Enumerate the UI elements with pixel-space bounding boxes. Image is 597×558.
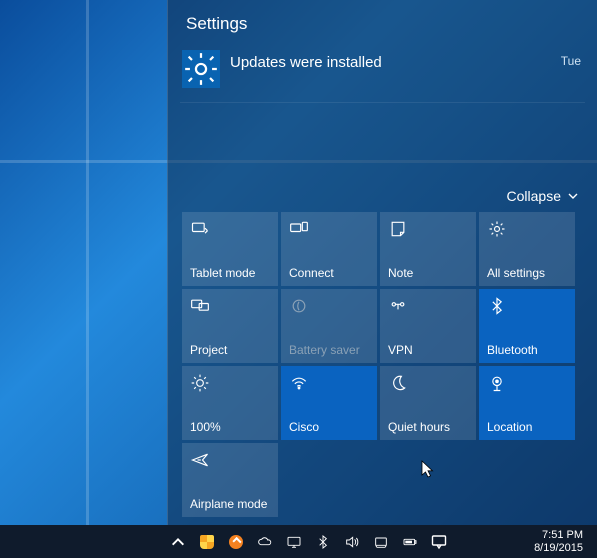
tile-label: Battery saver (289, 343, 369, 357)
clock-date: 8/19/2015 (534, 542, 583, 555)
tile-tablet-mode[interactable]: Tablet mode (182, 212, 278, 286)
tile-project[interactable]: Project (182, 289, 278, 363)
battery-icon[interactable] (402, 534, 418, 550)
gear-icon (487, 219, 507, 239)
taskbar: 7:51 PM 8/19/2015 (0, 525, 597, 558)
gear-icon (182, 50, 220, 88)
tile-vpn[interactable]: VPN (380, 289, 476, 363)
onedrive-icon[interactable] (257, 534, 273, 550)
update-arrow-icon[interactable] (228, 534, 244, 550)
tile-quiet-hours[interactable]: Quiet hours (380, 366, 476, 440)
tile-battery-saver[interactable]: Battery saver (281, 289, 377, 363)
tile-note[interactable]: Note (380, 212, 476, 286)
airplane-icon (190, 450, 210, 470)
tile-label: Airplane mode (190, 497, 270, 511)
vpn-icon (388, 296, 408, 316)
location-icon (487, 373, 507, 393)
system-tray (170, 534, 418, 550)
bluetooth-icon (487, 296, 507, 316)
tile-network[interactable]: Cisco (281, 366, 377, 440)
tile-label: Location (487, 420, 567, 434)
notification-item[interactable]: Updates were installed Tue (180, 48, 585, 103)
brightness-icon (190, 373, 210, 393)
quick-action-grid: Tablet mode Connect Note All settings Projec… (182, 212, 585, 517)
action-center-icon (431, 534, 447, 550)
taskbar-clock[interactable]: 7:51 PM 8/19/2015 (534, 529, 589, 554)
tile-bluetooth[interactable]: Bluetooth (479, 289, 575, 363)
action-center-panel: Settings Updates were installed Tue Coll… (167, 0, 597, 525)
security-shield-icon[interactable] (199, 534, 215, 550)
tile-label: Tablet mode (190, 266, 270, 280)
tile-label: Note (388, 266, 468, 280)
tile-label: Project (190, 343, 270, 357)
tile-label: Connect (289, 266, 369, 280)
action-center-button[interactable] (424, 525, 454, 558)
project-icon (190, 296, 210, 316)
collapse-button[interactable]: Collapse (180, 188, 579, 204)
tile-label: Quiet hours (388, 420, 468, 434)
tile-label: Bluetooth (487, 343, 567, 357)
tile-label: Cisco (289, 420, 369, 434)
tile-all-settings[interactable]: All settings (479, 212, 575, 286)
tile-label: VPN (388, 343, 468, 357)
tile-location[interactable]: Location (479, 366, 575, 440)
tile-brightness[interactable]: 100% (182, 366, 278, 440)
display-icon[interactable] (286, 534, 302, 550)
notification-day: Tue (561, 50, 581, 68)
wifi-icon (289, 373, 309, 393)
collapse-label: Collapse (507, 188, 561, 204)
tile-airplane-mode[interactable]: Airplane mode (182, 443, 278, 517)
tile-label: All settings (487, 266, 567, 280)
moon-icon (388, 373, 408, 393)
tile-label: 100% (190, 420, 270, 434)
clock-time: 7:51 PM (534, 529, 583, 542)
network-icon[interactable] (373, 534, 389, 550)
chevron-down-icon (567, 190, 579, 202)
chevron-up-icon[interactable] (170, 534, 186, 550)
connect-icon (289, 219, 309, 239)
tile-connect[interactable]: Connect (281, 212, 377, 286)
notification-text: Updates were installed (230, 50, 551, 71)
tablet-touch-icon (190, 219, 210, 239)
leaf-icon (289, 296, 309, 316)
panel-section-title: Settings (186, 14, 583, 34)
bluetooth-icon[interactable] (315, 534, 331, 550)
volume-icon[interactable] (344, 534, 360, 550)
note-icon (388, 219, 408, 239)
